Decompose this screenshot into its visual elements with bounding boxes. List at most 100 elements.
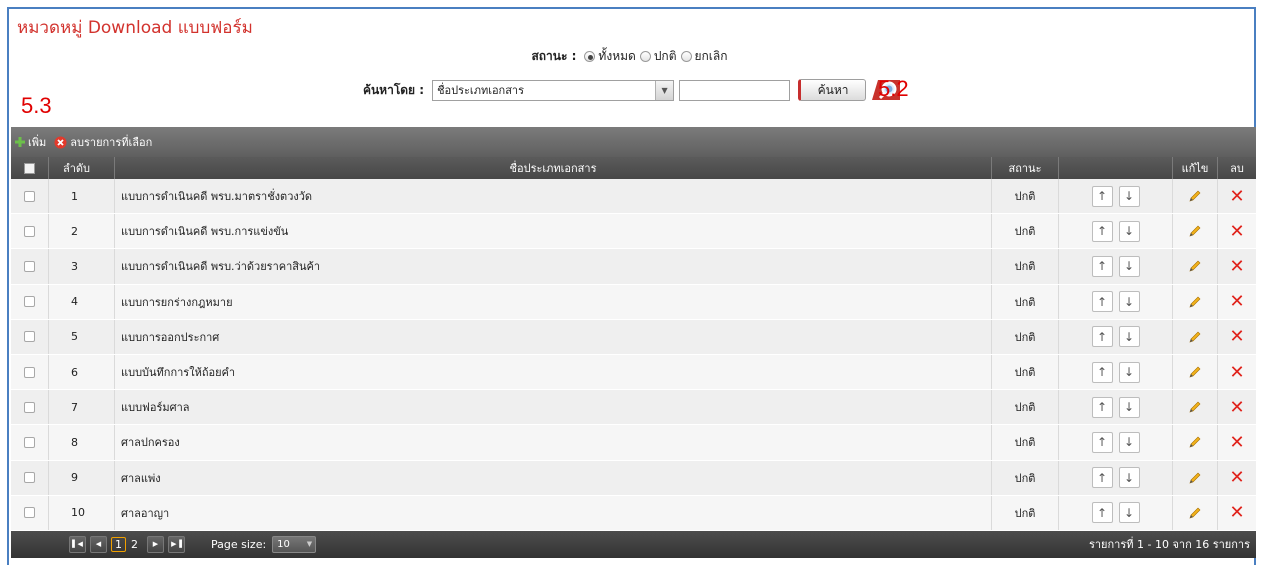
x-icon[interactable]: ✕ bbox=[1229, 432, 1244, 453]
row-status: ปกติ bbox=[992, 425, 1059, 460]
radio-status-all[interactable]: ทั้งหมด bbox=[584, 47, 636, 66]
row-checkbox[interactable] bbox=[24, 366, 35, 378]
page-size-select[interactable]: 10 ▼ bbox=[272, 535, 317, 553]
x-icon[interactable]: ✕ bbox=[1229, 221, 1244, 242]
row-name: แบบฟอร์มศาล bbox=[115, 390, 992, 425]
arrow-up-icon[interactable]: ↑ bbox=[1091, 326, 1113, 348]
radio-dot bbox=[680, 51, 692, 62]
x-icon[interactable]: ✕ bbox=[1229, 362, 1244, 383]
table-row: 3 แบบการดำเนินคดี พรบ.ว่าด้วยราคาสินค้า … bbox=[11, 249, 1256, 285]
arrow-down-icon[interactable]: ↓ bbox=[1118, 361, 1140, 383]
row-edit-cell bbox=[1173, 390, 1218, 425]
arrow-down-icon[interactable]: ↓ bbox=[1118, 396, 1140, 418]
radio-status-cancelled[interactable]: ยกเลิก bbox=[680, 47, 728, 66]
prev-page-button[interactable]: ◀ bbox=[90, 535, 107, 553]
pencil-icon[interactable] bbox=[1188, 506, 1202, 520]
arrow-down-icon[interactable]: ↓ bbox=[1118, 431, 1140, 453]
header-status[interactable]: สถานะ bbox=[992, 157, 1059, 179]
x-icon[interactable]: ✕ bbox=[1229, 467, 1244, 488]
arrow-up-icon[interactable]: ↑ bbox=[1091, 467, 1113, 489]
row-checkbox[interactable] bbox=[24, 190, 35, 202]
x-icon[interactable]: ✕ bbox=[1229, 397, 1244, 418]
grid-toolbar: เพิ่ม ลบรายการที่เลือก bbox=[11, 127, 1256, 157]
x-icon[interactable]: ✕ bbox=[1229, 256, 1244, 277]
table-row: 8 ศาลปกครอง ปกติ ↑ ↓ ✕ bbox=[11, 425, 1256, 461]
row-checkbox-cell bbox=[11, 214, 49, 249]
arrow-up-icon[interactable]: ↑ bbox=[1091, 361, 1113, 383]
arrow-up-icon[interactable]: ↑ bbox=[1091, 185, 1113, 207]
row-checkbox[interactable] bbox=[24, 331, 35, 343]
search-input[interactable] bbox=[679, 79, 791, 101]
first-page-button[interactable]: ▌◀ bbox=[69, 535, 86, 553]
arrow-up-icon[interactable]: ↑ bbox=[1091, 502, 1113, 524]
pencil-icon[interactable] bbox=[1188, 330, 1202, 344]
header-edit: แก้ไข bbox=[1173, 157, 1218, 179]
table-row: 2 แบบการดำเนินคดี พรบ.การแข่งขัน ปกติ ↑ … bbox=[11, 214, 1256, 250]
pencil-icon[interactable] bbox=[1188, 259, 1202, 273]
arrow-up-icon[interactable]: ↑ bbox=[1091, 431, 1113, 453]
add-button[interactable]: เพิ่ม bbox=[15, 133, 46, 151]
arrow-down-icon[interactable]: ↓ bbox=[1118, 185, 1140, 207]
x-icon[interactable]: ✕ bbox=[1229, 326, 1244, 347]
header-order[interactable]: ลำดับ bbox=[49, 157, 115, 179]
row-checkbox-cell bbox=[11, 249, 49, 284]
row-order: 2 bbox=[49, 214, 115, 249]
row-delete-cell: ✕ bbox=[1218, 390, 1256, 424]
row-checkbox[interactable] bbox=[24, 472, 35, 484]
arrow-down-icon[interactable]: ↓ bbox=[1118, 467, 1140, 489]
row-name: แบบการดำเนินคดี พรบ.การแข่งขัน bbox=[115, 214, 992, 249]
search-by-select[interactable]: ชื่อประเภทเอกสาร ▼ bbox=[432, 79, 675, 101]
page-title: หมวดหมู่ Download แบบฟอร์ม bbox=[17, 18, 253, 38]
arrow-down-icon[interactable]: ↓ bbox=[1118, 255, 1140, 277]
row-order: 5 bbox=[49, 319, 115, 354]
arrow-up-icon[interactable]: ↑ bbox=[1091, 220, 1113, 242]
row-status: ปกติ bbox=[992, 460, 1059, 495]
row-delete-cell: ✕ bbox=[1218, 355, 1256, 389]
arrow-down-icon[interactable]: ↓ bbox=[1118, 502, 1140, 524]
x-icon[interactable]: ✕ bbox=[1229, 502, 1244, 523]
x-icon[interactable]: ✕ bbox=[1229, 186, 1244, 207]
next-page-button[interactable]: ▶ bbox=[147, 535, 164, 553]
table-row: 7 แบบฟอร์มศาล ปกติ ↑ ↓ ✕ bbox=[11, 390, 1256, 426]
row-edit-cell bbox=[1173, 319, 1218, 354]
arrow-up-icon[interactable]: ↑ bbox=[1091, 291, 1113, 313]
row-name: แบบการยกร่างกฎหมาย bbox=[115, 284, 992, 319]
pencil-icon[interactable] bbox=[1188, 435, 1202, 449]
row-order: 7 bbox=[49, 390, 115, 425]
page-number-current[interactable]: 1 bbox=[111, 536, 126, 552]
pencil-icon[interactable] bbox=[1188, 400, 1202, 414]
annotation-label-search: 5.2 bbox=[878, 76, 909, 101]
delete-selected-button[interactable]: ลบรายการที่เลือก bbox=[54, 133, 152, 151]
arrow-up-icon[interactable]: ↑ bbox=[1091, 396, 1113, 418]
arrow-down-icon[interactable]: ↓ bbox=[1118, 220, 1140, 242]
header-delete: ลบ bbox=[1230, 162, 1244, 175]
pencil-icon[interactable] bbox=[1188, 224, 1202, 238]
row-delete-cell: ✕ bbox=[1218, 249, 1256, 283]
arrow-down-icon[interactable]: ↓ bbox=[1118, 326, 1140, 348]
row-order: 9 bbox=[49, 460, 115, 495]
x-icon[interactable]: ✕ bbox=[1229, 291, 1244, 312]
row-name: แบบการดำเนินคดี พรบ.มาตราชั่งตวงวัด bbox=[115, 179, 992, 214]
row-checkbox[interactable] bbox=[24, 436, 35, 448]
row-checkbox[interactable] bbox=[24, 260, 35, 272]
arrow-up-icon[interactable]: ↑ bbox=[1091, 255, 1113, 277]
page-size-label: Page size: bbox=[211, 537, 267, 551]
pencil-icon[interactable] bbox=[1188, 189, 1202, 203]
row-checkbox[interactable] bbox=[24, 225, 35, 237]
row-checkbox[interactable] bbox=[24, 296, 35, 308]
arrow-down-icon[interactable]: ↓ bbox=[1118, 291, 1140, 313]
select-all-checkbox[interactable] bbox=[24, 162, 35, 174]
pencil-icon[interactable] bbox=[1188, 295, 1202, 309]
page-number[interactable]: 2 bbox=[128, 538, 141, 551]
chevron-down-icon[interactable]: ▼ bbox=[655, 80, 674, 100]
last-page-button[interactable]: ▶▐ bbox=[168, 535, 185, 553]
row-checkbox[interactable] bbox=[24, 507, 35, 519]
row-checkbox[interactable] bbox=[24, 401, 35, 413]
row-checkbox-cell bbox=[11, 354, 49, 390]
pencil-icon[interactable] bbox=[1188, 365, 1202, 379]
header-name[interactable]: ชื่อประเภทเอกสาร bbox=[115, 157, 992, 179]
search-button[interactable]: ค้นหา bbox=[798, 79, 867, 101]
radio-label: ปกติ bbox=[653, 49, 677, 63]
pencil-icon[interactable] bbox=[1188, 471, 1202, 485]
radio-status-normal[interactable]: ปกติ bbox=[639, 47, 677, 66]
